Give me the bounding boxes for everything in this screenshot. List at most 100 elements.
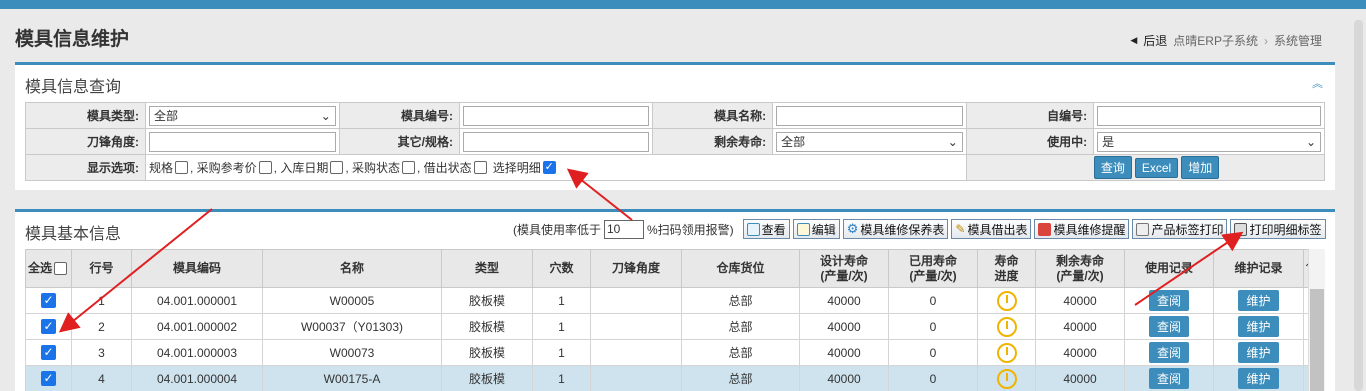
design-life: 40000: [799, 339, 889, 366]
label-mold-name: 模具名称:: [651, 102, 774, 129]
option-lend-checkbox[interactable]: [473, 161, 487, 174]
query-panel: 模具信息查询 ︽ 模具类型: 全部 ⌄ 模具编号: 模具名称: 自编号: 刀锋角度…: [15, 62, 1335, 190]
row-checkbox-cell[interactable]: ✓: [25, 365, 72, 391]
label-blade-angle: 刀锋角度:: [25, 128, 146, 155]
mold-name: W00037（Y01303): [262, 313, 442, 340]
location: 总部: [681, 365, 800, 391]
option-date-checkbox[interactable]: [330, 161, 344, 174]
header-code[interactable]: 模具编码: [131, 249, 263, 288]
header-life-progress[interactable]: 寿命 进度: [977, 249, 1036, 288]
usage-view-button[interactable]: 查阅: [1148, 316, 1189, 337]
header-design-life[interactable]: 设计寿命 (产量/次): [799, 249, 889, 288]
blade-angle: [590, 287, 682, 314]
mold-code[interactable]: 04.001.000003: [131, 339, 263, 366]
back-link[interactable]: 后退: [1143, 32, 1167, 49]
header-blade-angle[interactable]: 刀锋角度: [590, 249, 682, 288]
header-used-life[interactable]: 已用寿命 (产量/次): [888, 249, 978, 288]
table-row[interactable]: ✓ 4 04.001.000004 W00175-A 胶板模 1 总部 4000…: [25, 365, 1309, 391]
header-select-all[interactable]: 全选: [25, 249, 72, 288]
excel-button[interactable]: Excel: [1134, 158, 1179, 178]
view-label: 查看: [761, 222, 786, 237]
rate-input[interactable]: 10: [604, 219, 644, 239]
life-progress: [977, 287, 1036, 314]
mold-code-input[interactable]: [462, 105, 649, 126]
page-scrollbar[interactable]: [1354, 20, 1363, 391]
other-spec-input[interactable]: [462, 131, 649, 152]
header-location[interactable]: 仓库货位: [681, 249, 800, 288]
mold-type-select[interactable]: 全部 ⌄: [148, 105, 336, 126]
header-maint-record: 维护记录: [1213, 249, 1304, 288]
label-display-options: 显示选项:: [25, 154, 146, 181]
usage-view-button[interactable]: 查阅: [1148, 368, 1189, 389]
add-button[interactable]: 增加: [1181, 156, 1220, 179]
label-print-button[interactable]: 产品标签打印: [1132, 219, 1228, 239]
row-checkbox-cell[interactable]: ✓: [25, 287, 72, 314]
maint-button[interactable]: 维护: [1238, 368, 1279, 389]
mold-name-input[interactable]: [776, 105, 963, 126]
query-actions: 查询 Excel 增加: [965, 154, 1326, 181]
grid-scrollbar[interactable]: [1308, 249, 1325, 391]
mold-code[interactable]: 04.001.000004: [131, 365, 263, 391]
grid-scrollbar-thumb[interactable]: [1310, 289, 1324, 391]
remaining-life-select[interactable]: 全部 ⌄: [776, 131, 963, 152]
row-checkbox[interactable]: ✓: [41, 371, 56, 387]
mold-code[interactable]: 04.001.000002: [131, 313, 263, 340]
row-checkbox[interactable]: ✓: [41, 293, 56, 309]
mold-code[interactable]: 04.001.000001: [131, 287, 263, 314]
option-price-checkbox[interactable]: [258, 161, 272, 174]
grid-toolbar: (模具使用率低于 10 %扫码领用报警) 查看 编辑 ⚙ 模具维修保养表 ✎ 模具借…: [513, 219, 1326, 239]
breadcrumb-item-system[interactable]: 系统管理: [1274, 32, 1322, 49]
edit-button[interactable]: 编辑: [792, 219, 840, 239]
alert-icon: [1038, 222, 1052, 236]
table-row[interactable]: ✓ 1 04.001.000001 W00005 胶板模 1 总部 40000 …: [25, 287, 1309, 314]
in-use-select[interactable]: 是 ⌄: [1097, 131, 1321, 152]
in-use-value: 是: [1102, 134, 1115, 149]
maint-button[interactable]: 维护: [1238, 290, 1279, 311]
row-checkbox[interactable]: ✓: [41, 345, 56, 361]
header-usage-record: 使用记录: [1124, 249, 1214, 288]
header-type[interactable]: 类型: [441, 249, 533, 288]
row-checkbox-cell[interactable]: ✓: [25, 339, 72, 366]
option-spec-checkbox[interactable]: [175, 161, 188, 174]
collapse-icon[interactable]: ︽: [1312, 75, 1323, 91]
label-mold-code: 模具编号:: [338, 102, 460, 129]
progress-ring-icon: [996, 316, 1017, 337]
row-checkbox-cell[interactable]: ✓: [25, 313, 72, 340]
option-detail-label: 选择明细: [492, 161, 541, 175]
blade-angle-input[interactable]: [148, 131, 336, 152]
maint-button[interactable]: 维护: [1238, 342, 1279, 363]
remaining-life: 40000: [1035, 365, 1125, 391]
pencil-icon: ✎: [955, 222, 966, 236]
header-remaining-life[interactable]: 剩余寿命 (产量/次): [1035, 249, 1125, 288]
view-icon: [746, 222, 760, 236]
option-purchase-label: , 采购状态: [345, 161, 401, 175]
row-checkbox[interactable]: ✓: [41, 319, 56, 335]
query-button[interactable]: 查询: [1093, 156, 1132, 179]
usage-view-button[interactable]: 查阅: [1148, 342, 1189, 363]
usage-record-cell: 查阅: [1124, 313, 1214, 340]
row-number: 2: [71, 313, 132, 340]
table-row[interactable]: ✓ 3 04.001.000003 W00073 胶板模 1 总部 40000 …: [25, 339, 1309, 366]
usage-record-cell: 查阅: [1124, 365, 1214, 391]
label-other-spec: 其它/规格:: [338, 128, 460, 155]
option-detail-checkbox[interactable]: ✓: [542, 161, 556, 174]
detail-print-button[interactable]: 打印明细标签: [1230, 219, 1326, 239]
header-cavities[interactable]: 穴数: [532, 249, 591, 288]
maint-reminder-button[interactable]: 模具维修提醒: [1034, 219, 1130, 239]
option-date-label: , 入库日期: [273, 161, 329, 175]
maint-button[interactable]: 维护: [1238, 316, 1279, 337]
header-name[interactable]: 名称: [262, 249, 442, 288]
cavities: 1: [532, 339, 591, 366]
table-row[interactable]: ✓ 2 04.001.000002 W00037（Y01303) 胶板模 1 总…: [25, 313, 1309, 340]
mold-name: W00073: [262, 339, 442, 366]
view-button[interactable]: 查看: [742, 219, 790, 239]
usage-view-button[interactable]: 查阅: [1148, 290, 1189, 311]
back-icon[interactable]: ◀: [1130, 35, 1137, 46]
breadcrumb-item-erp[interactable]: 点晴ERP子系统: [1173, 32, 1258, 49]
option-purchase-checkbox[interactable]: [402, 161, 416, 174]
remaining-life: 40000: [1035, 339, 1125, 366]
lend-table-button[interactable]: ✎ 模具借出表: [951, 219, 1032, 239]
maint-table-button[interactable]: ⚙ 模具维修保养表: [842, 219, 949, 239]
self-code-input[interactable]: [1097, 105, 1321, 126]
select-all-checkbox[interactable]: [54, 262, 67, 276]
